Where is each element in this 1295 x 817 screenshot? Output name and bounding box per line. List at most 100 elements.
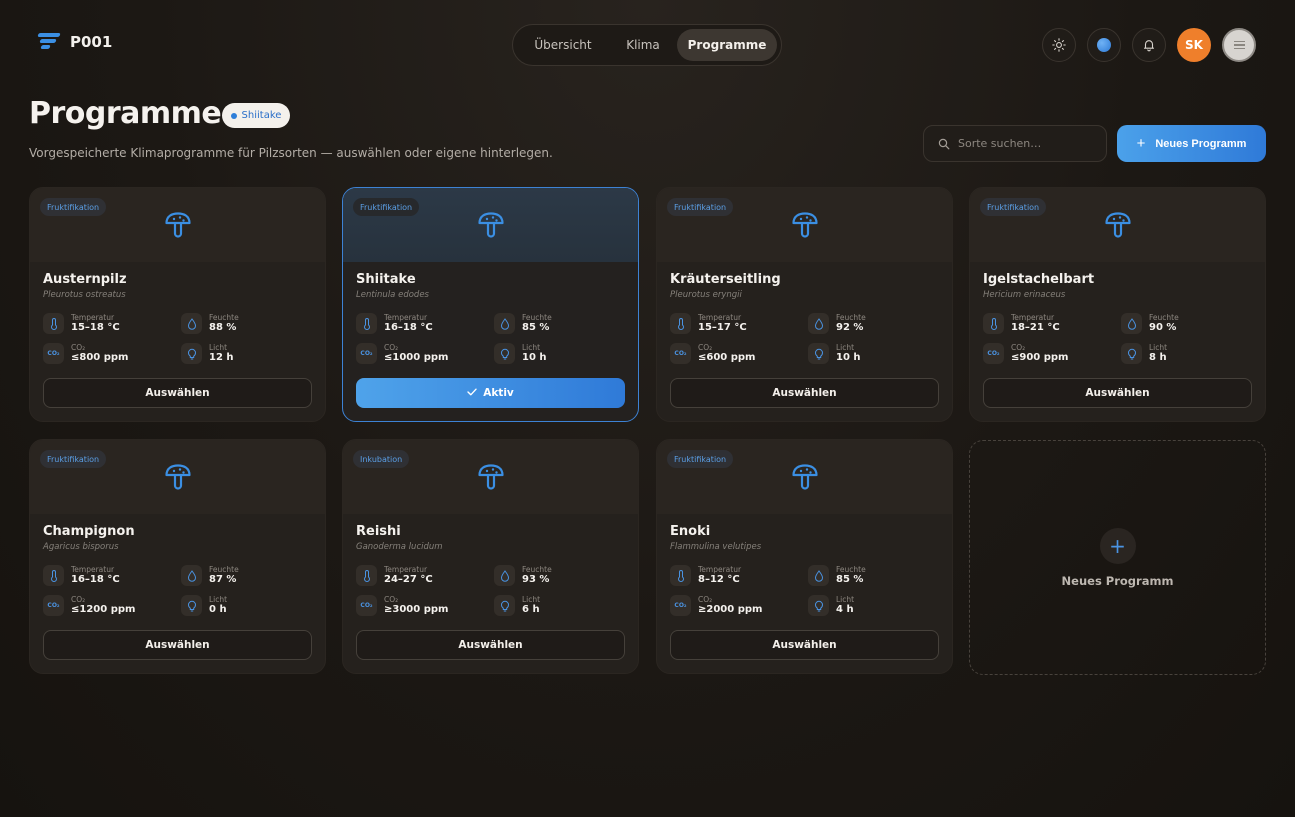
theme-toggle-button[interactable] [1042, 28, 1076, 62]
phase-tag: Fruktifikation [667, 198, 734, 216]
lightbulb-icon [808, 595, 829, 616]
select-button[interactable]: Auswählen [983, 378, 1252, 408]
program-name: Enoki [670, 524, 711, 539]
co2-icon: CO₂ [356, 595, 377, 616]
temperature-value: 8–12 °C [698, 574, 740, 585]
app-logo[interactable]: P001 [37, 33, 113, 51]
mushroom-icon [165, 212, 191, 238]
temperature-value: 16–18 °C [384, 322, 433, 333]
card-header: Inkubation [343, 440, 638, 514]
lightbulb-icon [808, 343, 829, 364]
humidity-stat: Feuchte 85 % [808, 565, 866, 586]
light-stat: Licht 10 h [808, 343, 861, 364]
search-input[interactable] [958, 137, 1098, 150]
temperature-label: Temperatur [384, 313, 428, 322]
phase-tag: Fruktifikation [40, 450, 107, 468]
program-card[interactable]: Inkubation Reishi Ganoderma lucidum Temp… [342, 439, 639, 674]
active-program-badge: Shiitake [222, 103, 290, 128]
temperature-label: Temperatur [698, 565, 742, 574]
program-name: Shiitake [356, 272, 416, 287]
check-icon [467, 387, 477, 399]
program-card[interactable]: Fruktifikation Kräuterseitling Pleurotus… [656, 187, 953, 422]
tab-klima[interactable]: Klima [609, 29, 677, 61]
page-subtitle: Vorgespeicherte Klimaprogramme für Pilzs… [29, 146, 553, 160]
light-value: 8 h [1149, 352, 1167, 363]
light-stat: Licht 0 h [181, 595, 227, 616]
program-latin-name: Lentinula edodes [356, 290, 429, 300]
phase-tag: Fruktifikation [40, 198, 107, 216]
humidity-label: Feuchte [522, 565, 552, 574]
status-dot-icon [1097, 38, 1111, 52]
tab-uebersicht[interactable]: Übersicht [517, 29, 609, 61]
card-header: Fruktifikation [657, 440, 952, 514]
program-card[interactable]: Fruktifikation Enoki Flammulina velutipe… [656, 439, 953, 674]
select-button[interactable]: Auswählen [43, 378, 312, 408]
select-button-label: Auswählen [145, 387, 210, 399]
co2-value: ≤900 ppm [1011, 352, 1069, 363]
phase-tag: Fruktifikation [353, 198, 420, 216]
program-latin-name: Agaricus bisporus [43, 542, 119, 552]
temperature-stat: Temperatur 15–18 °C [43, 313, 120, 334]
tab-programme[interactable]: Programme [677, 29, 777, 61]
humidity-label: Feuchte [209, 313, 239, 322]
lightbulb-icon [181, 343, 202, 364]
new-program-button[interactable]: + Neues Programm [1117, 125, 1266, 162]
light-stat: Licht 4 h [808, 595, 854, 616]
phase-tag: Fruktifikation [980, 198, 1047, 216]
humidity-stat: Feuchte 92 % [808, 313, 866, 334]
select-button[interactable]: Auswählen [670, 378, 939, 408]
select-button[interactable]: Auswählen [43, 630, 312, 660]
status-indicator-button[interactable] [1087, 28, 1121, 62]
badge-dot-icon [230, 112, 237, 119]
program-latin-name: Flammulina velutipes [670, 542, 762, 552]
badge-label: Shiitake [241, 110, 282, 121]
program-card[interactable]: Fruktifikation Shiitake Lentinula edodes… [342, 187, 639, 422]
humidity-stat: Feuchte 85 % [494, 313, 552, 334]
card-header: Fruktifikation [970, 188, 1265, 262]
thermometer-icon [670, 313, 691, 334]
co2-label: CO₂ [384, 595, 399, 604]
program-latin-name: Ganoderma lucidum [356, 542, 443, 552]
notifications-button[interactable] [1132, 28, 1166, 62]
program-name: Kräuterseitling [670, 272, 781, 287]
temperature-label: Temperatur [71, 313, 115, 322]
humidity-value: 88 % [209, 322, 237, 333]
humidity-label: Feuchte [209, 565, 239, 574]
co2-value: ≥3000 ppm [384, 604, 449, 615]
select-button[interactable]: Auswählen [356, 630, 625, 660]
co2-value: ≤1200 ppm [71, 604, 136, 615]
thermometer-icon [356, 565, 377, 586]
select-button[interactable]: Auswählen [670, 630, 939, 660]
droplet-icon [494, 313, 515, 334]
co2-icon: CO₂ [670, 595, 691, 616]
temperature-value: 15–18 °C [71, 322, 120, 333]
program-card[interactable]: Fruktifikation Austernpilz Pleurotus ost… [29, 187, 326, 422]
light-label: Licht [209, 595, 228, 604]
light-stat: Licht 10 h [494, 343, 547, 364]
light-value: 6 h [522, 604, 540, 615]
program-name: Austernpilz [43, 272, 127, 287]
droplet-icon [808, 313, 829, 334]
program-latin-name: Hericium erinaceus [983, 290, 1066, 300]
co2-icon: CO₂ [356, 343, 377, 364]
co2-value: ≤800 ppm [71, 352, 129, 363]
co2-label: CO₂ [1011, 343, 1026, 352]
program-name: Igelstachelbart [983, 272, 1095, 287]
card-header: Fruktifikation [30, 440, 325, 514]
co2-icon: CO₂ [670, 343, 691, 364]
humidity-stat: Feuchte 88 % [181, 313, 239, 334]
co2-label: CO₂ [384, 343, 399, 352]
menu-button[interactable] [1222, 28, 1256, 62]
light-label: Licht [836, 343, 855, 352]
light-value: 10 h [836, 352, 861, 363]
mushroom-icon [165, 464, 191, 490]
search-icon [938, 138, 950, 149]
select-button-label: Auswählen [145, 639, 210, 651]
user-avatar[interactable]: SK [1177, 28, 1211, 62]
card-header: Fruktifikation [657, 188, 952, 262]
program-card[interactable]: Fruktifikation Igelstachelbart Hericium … [969, 187, 1266, 422]
select-button[interactable]: Aktiv [356, 378, 625, 408]
logo-text: P001 [70, 33, 113, 51]
new-program-card[interactable]: + Neues Programm [969, 440, 1266, 675]
program-card[interactable]: Fruktifikation Champignon Agaricus bispo… [29, 439, 326, 674]
